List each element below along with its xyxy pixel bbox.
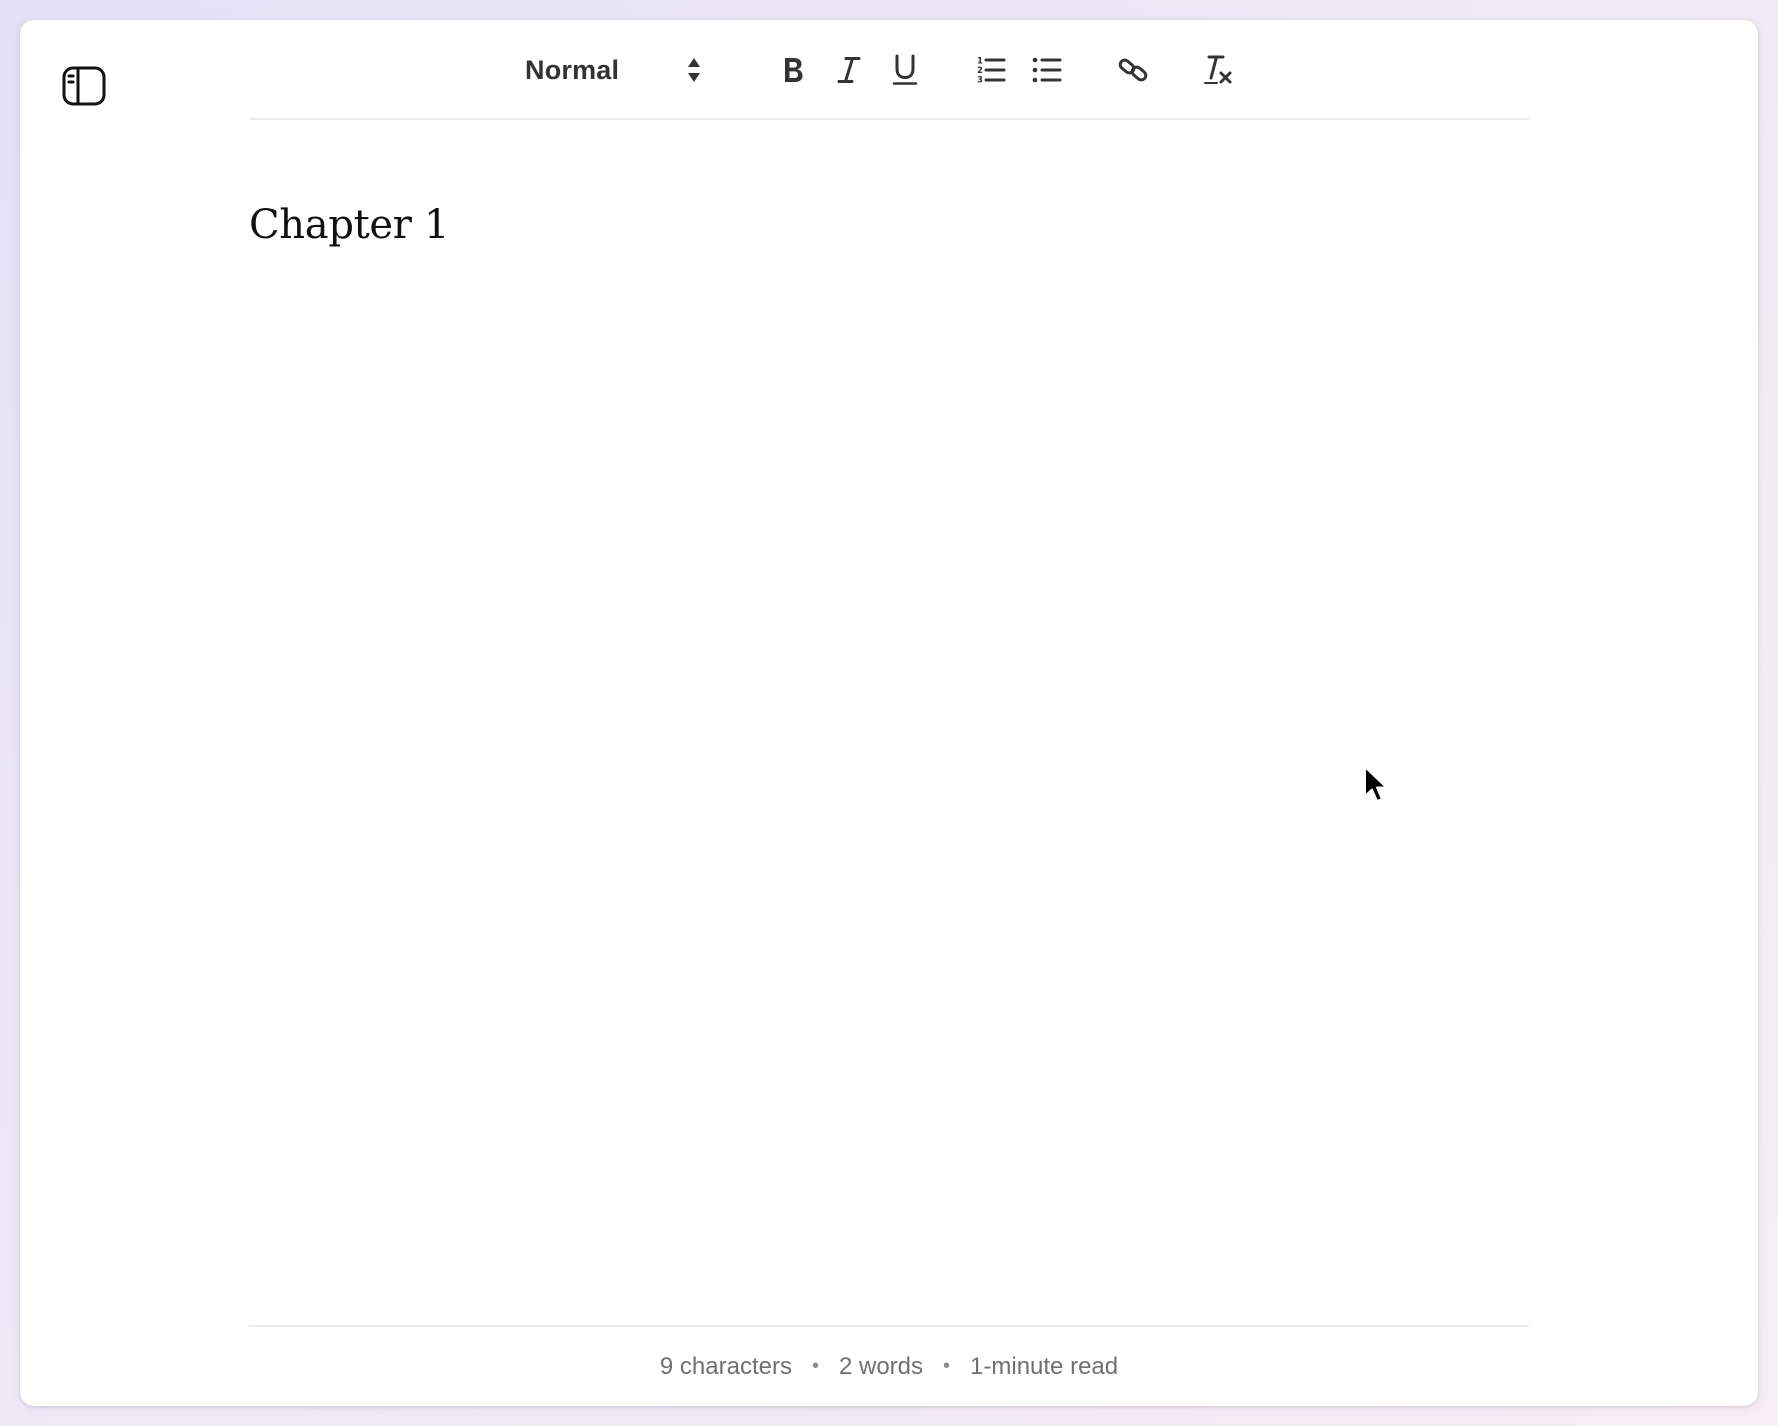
bullet-list-icon <box>1032 57 1062 83</box>
svg-text:1: 1 <box>977 57 983 67</box>
ordered-list-icon: 1 2 3 <box>977 57 1006 86</box>
document-editor[interactable]: Chapter 1 <box>249 120 1529 1345</box>
updown-arrows-icon <box>688 58 700 82</box>
link-button[interactable] <box>1113 50 1153 90</box>
status-separator: • <box>943 1355 951 1377</box>
bold-button[interactable] <box>773 50 813 90</box>
word-count: 2 words <box>838 1352 924 1380</box>
editor-window: Normal 1 2 3 Chapter 1 9 characters • 2 … <box>20 20 1758 1406</box>
sidebar-toggle-button[interactable] <box>60 62 108 110</box>
svg-text:2: 2 <box>977 66 983 76</box>
italic-button[interactable] <box>829 50 869 90</box>
paragraph-format-select[interactable]: Normal <box>525 40 715 100</box>
italic-icon <box>837 57 861 83</box>
paragraph-format-value: Normal <box>525 54 620 85</box>
underline-icon <box>892 54 918 85</box>
link-icon <box>1118 58 1148 82</box>
svg-text:3: 3 <box>977 76 983 86</box>
clear-formatting-button[interactable] <box>1199 50 1239 90</box>
document-heading[interactable]: Chapter 1 <box>249 202 449 248</box>
underline-button[interactable] <box>885 50 925 90</box>
status-separator: • <box>811 1355 819 1377</box>
sidebar-toggle-icon <box>62 66 106 106</box>
ordered-list-button[interactable]: 1 2 3 <box>971 50 1011 90</box>
formatting-toolbar: Normal 1 2 3 <box>249 20 1529 120</box>
clear-format-icon <box>1204 55 1232 84</box>
bold-icon <box>785 58 803 82</box>
status-bar: 9 characters • 2 words • 1-minute read <box>249 1325 1529 1406</box>
read-time: 1-minute read <box>970 1352 1119 1380</box>
bullet-list-button[interactable] <box>1027 50 1067 90</box>
character-count: 9 characters <box>659 1352 792 1380</box>
